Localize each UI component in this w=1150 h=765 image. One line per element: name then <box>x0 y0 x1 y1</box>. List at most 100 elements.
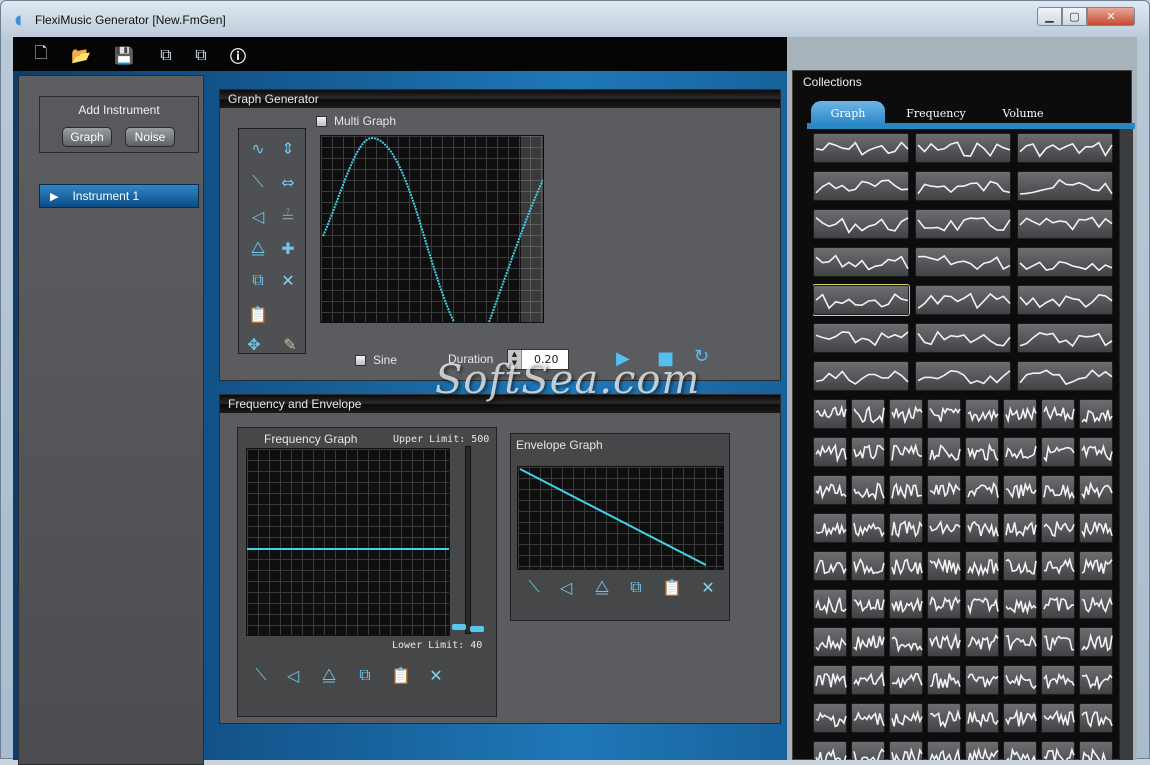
tab-graph[interactable]: Graph <box>811 101 885 125</box>
upper-slider-handle[interactable] <box>470 626 484 632</box>
add-icon[interactable]: ✚ <box>277 237 299 259</box>
add-graph-button[interactable]: Graph <box>62 127 112 147</box>
flip-left-icon[interactable]: ◁ <box>282 664 304 686</box>
waveform-thumbnail[interactable] <box>813 741 847 760</box>
waveform-thumbnail[interactable] <box>1003 551 1037 581</box>
waveform-thumbnail[interactable] <box>851 437 885 467</box>
waveform-thumbnail[interactable] <box>813 475 847 505</box>
waveform-thumbnail[interactable] <box>813 361 909 391</box>
waveform-thumbnail[interactable] <box>927 627 961 657</box>
info-icon[interactable]: ⓘ <box>227 44 249 66</box>
tab-volume[interactable]: Volume <box>986 101 1060 125</box>
line-tool-icon[interactable]: ⟍ <box>523 576 545 598</box>
waveform-thumbnail[interactable] <box>965 551 999 581</box>
waveform-thumbnail[interactable] <box>851 551 885 581</box>
waveform-thumbnail[interactable] <box>813 209 909 239</box>
flip-left-icon[interactable]: ◁ <box>247 205 269 227</box>
waveform-thumbnail[interactable] <box>889 513 923 543</box>
sine-checkbox[interactable] <box>355 355 366 366</box>
waveform-thumbnail[interactable] <box>813 589 847 619</box>
delete-icon[interactable]: ✕ <box>425 664 447 686</box>
waveform-thumbnail[interactable] <box>1079 513 1113 543</box>
waveform-thumbnail[interactable] <box>1079 551 1113 581</box>
waveform-thumbnail[interactable] <box>965 475 999 505</box>
title-bar[interactable]: ◖ FlexiMusic Generator [New.FmGen] ▁ ▢ ✕ <box>1 1 1149 37</box>
save-as-icon[interactable]: ⧉ <box>155 44 177 66</box>
waveform-thumbnail[interactable] <box>965 513 999 543</box>
move-icon[interactable]: ✥ <box>243 333 265 355</box>
waveform-thumbnail[interactable] <box>1003 399 1037 429</box>
waveform-thumbnail[interactable] <box>1041 475 1075 505</box>
waveform-thumbnail[interactable] <box>813 703 847 733</box>
copy-icon[interactable]: ⧉ <box>625 576 647 598</box>
waveform-thumbnail[interactable] <box>889 665 923 695</box>
new-file-icon[interactable]: 🗋 <box>30 43 52 66</box>
waveform-thumbnail[interactable] <box>1017 247 1113 277</box>
frequency-slider[interactable] <box>465 446 471 634</box>
waveform-thumbnail[interactable] <box>851 627 885 657</box>
waveform-thumbnail[interactable] <box>1041 399 1075 429</box>
waveform-thumbnail[interactable] <box>813 437 847 467</box>
maximize-icon[interactable]: ▢ <box>1062 7 1087 26</box>
open-folder-icon[interactable]: 📂 <box>70 44 92 66</box>
waveform-thumbnail[interactable] <box>965 589 999 619</box>
waveform-thumbnail[interactable] <box>915 323 1011 353</box>
waveform-thumbnail[interactable] <box>1003 665 1037 695</box>
waveform-thumbnail[interactable] <box>965 437 999 467</box>
waveform-thumbnail[interactable] <box>1041 665 1075 695</box>
waveform-thumbnail[interactable] <box>927 437 961 467</box>
waveform-thumbnail[interactable] <box>813 284 910 316</box>
waveform-thumbnail[interactable] <box>1017 209 1113 239</box>
waveform-thumbnail[interactable] <box>889 551 923 581</box>
waveform-thumbnail[interactable] <box>927 551 961 581</box>
waveform-thumbnail[interactable] <box>965 741 999 760</box>
waveform-thumbnail[interactable] <box>1017 285 1113 315</box>
waveform-thumbnail[interactable] <box>813 513 847 543</box>
waveform-thumbnail[interactable] <box>1017 133 1113 163</box>
waveform-thumbnail[interactable] <box>889 437 923 467</box>
pencil-icon[interactable]: ✎ <box>279 333 301 355</box>
waveform-thumbnail[interactable] <box>915 171 1011 201</box>
waveform-thumbnail[interactable] <box>851 513 885 543</box>
waveform-thumbnail[interactable] <box>915 285 1011 315</box>
waveform-thumbnail[interactable] <box>1079 589 1113 619</box>
tab-frequency[interactable]: Frequency <box>896 101 976 125</box>
delete-icon[interactable]: ✕ <box>697 576 719 598</box>
waveform-canvas[interactable] <box>320 135 544 323</box>
waveform-thumbnail[interactable] <box>1041 703 1075 733</box>
paste-icon[interactable]: 📋 <box>247 303 269 325</box>
waveform-thumbnail[interactable] <box>927 399 961 429</box>
mirror-icon[interactable]: ⧋ <box>247 237 269 259</box>
waveform-thumbnail[interactable] <box>851 665 885 695</box>
waveform-thumbnail[interactable] <box>915 133 1011 163</box>
copy-icon[interactable]: ⧉ <box>247 269 269 291</box>
instrument-list-item[interactable]: ▶ Instrument 1 <box>39 184 199 208</box>
waveform-thumbnail[interactable] <box>1017 361 1113 391</box>
paste-icon[interactable]: 📋 <box>390 664 412 686</box>
waveform-thumbnail[interactable] <box>927 665 961 695</box>
waveform-thumbnail[interactable] <box>1003 627 1037 657</box>
line-tool-icon[interactable]: ⟍ <box>247 171 269 193</box>
waveform-thumbnail[interactable] <box>915 247 1011 277</box>
waveform-thumbnail[interactable] <box>965 703 999 733</box>
waveform-thumbnail[interactable] <box>1079 475 1113 505</box>
waveform-thumbnail[interactable] <box>1079 627 1113 657</box>
waveform-thumbnail[interactable] <box>1041 551 1075 581</box>
stretch-horizontal-icon[interactable]: ⇔ <box>277 171 299 193</box>
waveform-thumbnail[interactable] <box>1041 627 1075 657</box>
export-icon[interactable]: ⧉ <box>190 44 212 66</box>
waveform-thumbnail[interactable] <box>1041 437 1075 467</box>
waveform-thumbnail[interactable] <box>851 399 885 429</box>
waveform-thumbnail[interactable] <box>813 323 909 353</box>
waveform-thumbnail[interactable] <box>889 399 923 429</box>
waveform-thumbnail[interactable] <box>1079 399 1113 429</box>
waveform-thumbnail[interactable] <box>851 703 885 733</box>
level-icon[interactable]: ≟ <box>277 205 299 227</box>
waveform-thumbnail[interactable] <box>889 741 923 760</box>
line-tool-icon[interactable]: ⟍ <box>250 664 272 686</box>
waveform-thumbnail[interactable] <box>813 665 847 695</box>
close-icon[interactable]: ✕ <box>1087 7 1135 26</box>
multi-graph-checkbox[interactable] <box>316 116 327 127</box>
paste-icon[interactable]: 📋 <box>661 576 683 598</box>
waveform-thumbnail[interactable] <box>851 475 885 505</box>
